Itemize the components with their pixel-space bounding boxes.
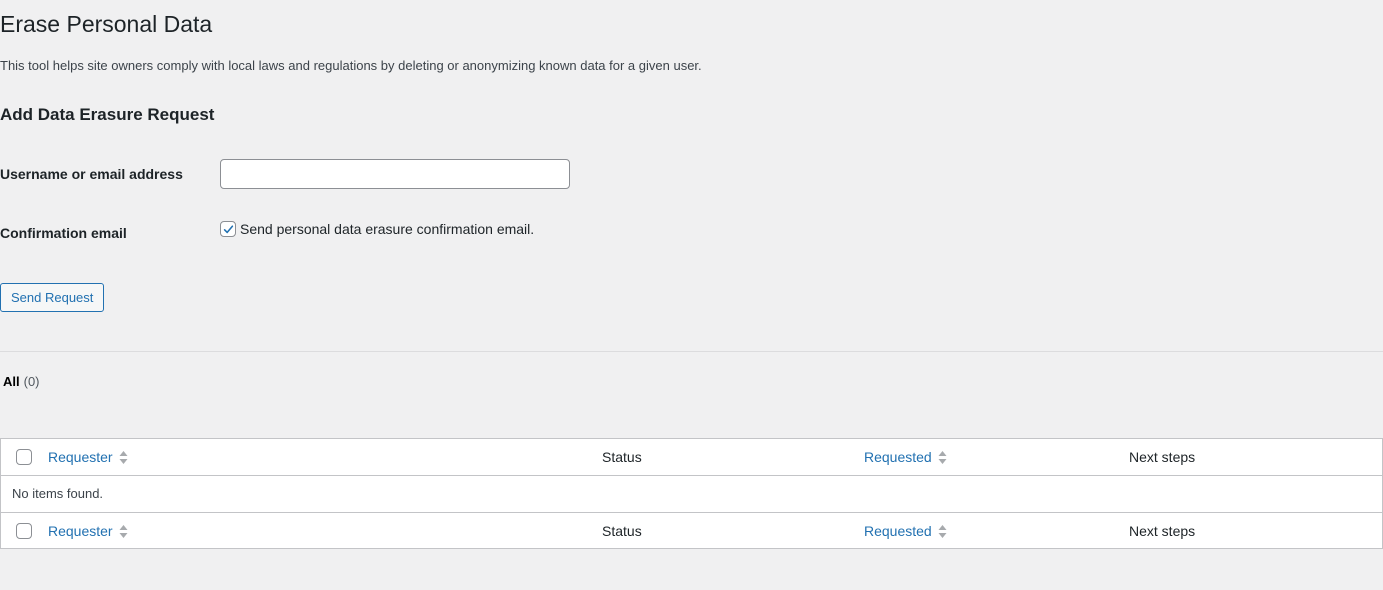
footer-column-status: Status (602, 523, 642, 539)
page-title: Erase Personal Data (0, 11, 213, 37)
column-requester: Requester (48, 439, 128, 475)
section-divider (0, 351, 1383, 352)
filter-all-link[interactable]: All (3, 374, 20, 389)
send-request-button[interactable]: Send Request (0, 283, 105, 312)
column-next-steps: Next steps (1129, 449, 1196, 465)
page-description: This tool helps site owners comply with … (0, 58, 702, 73)
section-title: Add Data Erasure Request (0, 105, 215, 124)
select-all-checkbox[interactable] (16, 449, 32, 465)
column-status: Status (602, 449, 642, 465)
sort-arrows-icon (119, 450, 128, 465)
select-all-footer-cell (16, 513, 32, 549)
footer-column-requested-label: Requested (864, 523, 932, 539)
confirmation-email-label: Confirmation email (0, 225, 127, 241)
sort-requester-link[interactable]: Requester (48, 448, 128, 466)
select-all-footer-checkbox[interactable] (16, 523, 32, 539)
footer-sort-requester-link[interactable]: Requester (48, 522, 128, 540)
confirmation-checkbox[interactable] (220, 221, 236, 237)
confirmation-email-option[interactable]: Send personal data erasure confirmation … (220, 220, 534, 238)
filter-links: All (0) (3, 374, 40, 390)
column-requested: Requested (864, 439, 947, 475)
check-icon (223, 224, 233, 233)
username-label: Username or email address (0, 166, 183, 182)
select-all-cell (16, 439, 32, 475)
username-input[interactable] (220, 159, 570, 189)
sort-arrows-icon (938, 524, 947, 539)
sort-requested-link[interactable]: Requested (864, 448, 947, 466)
footer-column-next-steps: Next steps (1129, 523, 1196, 539)
requests-table: Requester Status Requested Next steps No… (0, 438, 1383, 549)
sort-arrows-icon (938, 450, 947, 465)
footer-column-requested: Requested (864, 513, 947, 549)
table-footer-row: Requester Status Requested Next steps (1, 512, 1382, 549)
confirmation-checkbox-label[interactable]: Send personal data erasure confirmation … (240, 220, 534, 238)
footer-sort-requested-link[interactable]: Requested (864, 522, 947, 540)
table-row: No items found. (1, 476, 1382, 511)
filter-all-count: (0) (23, 374, 40, 389)
column-requester-label: Requester (48, 449, 113, 465)
footer-column-requester: Requester (48, 513, 128, 549)
table-header-row: Requester Status Requested Next steps (1, 439, 1382, 476)
footer-column-requester-label: Requester (48, 523, 113, 539)
sort-arrows-icon (119, 524, 128, 539)
no-items-message: No items found. (12, 486, 104, 501)
column-requested-label: Requested (864, 449, 932, 465)
